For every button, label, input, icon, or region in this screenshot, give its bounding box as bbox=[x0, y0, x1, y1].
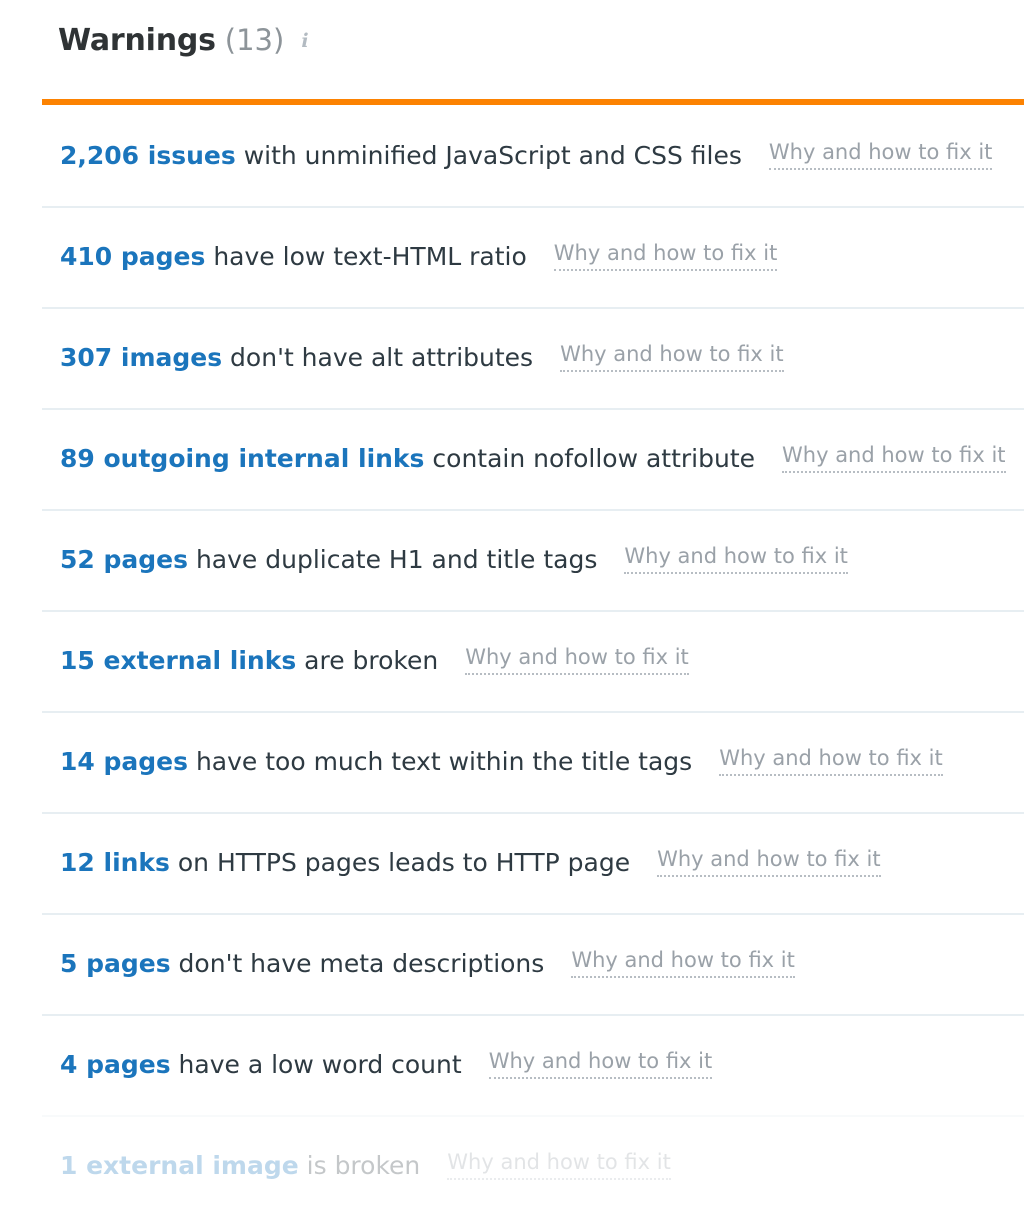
issue-row: 12 links on HTTPS pages leads to HTTP pa… bbox=[0, 812, 1024, 913]
issue-row: 410 pages have low text-HTML ratio Why an… bbox=[0, 206, 1024, 307]
issue-description: are broken bbox=[296, 645, 439, 675]
issue-text: 307 images don't have alt attributes bbox=[60, 344, 533, 372]
issue-count-link[interactable]: 4 pages bbox=[60, 1050, 171, 1079]
issue-count-link[interactable]: 307 images bbox=[60, 343, 222, 372]
issue-count-link[interactable]: 2,206 issues bbox=[60, 141, 236, 170]
issue-text: 12 links on HTTPS pages leads to HTTP pa… bbox=[60, 849, 630, 877]
issue-description: have duplicate H1 and title tags bbox=[188, 544, 598, 574]
issue-row: 2,206 issues with unminified JavaScript … bbox=[0, 105, 1024, 206]
issue-row: 15 external links are broken Why and how … bbox=[0, 610, 1024, 711]
issue-count-link[interactable]: 89 outgoing internal links bbox=[60, 444, 424, 473]
issue-text: 4 pages have a low word count bbox=[60, 1051, 462, 1079]
issue-count-link[interactable]: 410 pages bbox=[60, 242, 205, 271]
info-icon[interactable]: i bbox=[301, 32, 308, 51]
issue-description: have too much text within the title tags bbox=[188, 746, 693, 776]
why-and-how-to-fix-it-link[interactable]: Why and how to fix it bbox=[624, 545, 848, 574]
issue-description: have a low word count bbox=[170, 1049, 462, 1079]
issue-row: 4 pages have a low word count Why and how… bbox=[0, 1014, 1024, 1115]
why-and-how-to-fix-it-link[interactable]: Why and how to fix it bbox=[782, 444, 1006, 473]
why-and-how-to-fix-it-link[interactable]: Why and how to fix it bbox=[768, 141, 993, 170]
issue-list: 2,206 issues with unminified JavaScript … bbox=[0, 105, 1024, 1216]
issue-description: don't have alt attributes bbox=[222, 342, 534, 372]
why-and-how-to-fix-it-link[interactable]: Why and how to fix it bbox=[553, 242, 778, 271]
issue-text: 14 pages have too much text within the t… bbox=[60, 748, 692, 776]
issue-text: 5 pages don't have meta descriptions bbox=[60, 950, 544, 978]
issue-row: 89 outgoing internal links contain nofol… bbox=[0, 408, 1024, 509]
warnings-panel: Warnings (13) i 2,206 issues with unmini… bbox=[0, 0, 1024, 1228]
why-and-how-to-fix-it-link[interactable]: Why and how to fix it bbox=[447, 1151, 671, 1180]
issue-text: 52 pages have duplicate H1 and title tag… bbox=[60, 546, 597, 574]
issue-count-link[interactable]: 14 pages bbox=[60, 747, 188, 776]
issue-description: have low text-HTML ratio bbox=[205, 241, 527, 271]
issue-row: 14 pages have too much text within the t… bbox=[0, 711, 1024, 812]
issue-description: with unminified JavaScript and CSS files bbox=[235, 140, 742, 170]
issue-text: 2,206 issues with unminified JavaScript … bbox=[60, 142, 742, 170]
why-and-how-to-fix-it-link[interactable]: Why and how to fix it bbox=[465, 646, 689, 675]
issue-row: 52 pages have duplicate H1 and title tag… bbox=[0, 509, 1024, 610]
issue-description: don't have meta descriptions bbox=[170, 948, 545, 978]
issue-count-link[interactable]: 1 external image bbox=[60, 1151, 299, 1180]
issue-description: on HTTPS pages leads to HTTP page bbox=[169, 847, 631, 877]
issue-text: 15 external links are broken bbox=[60, 647, 438, 675]
why-and-how-to-fix-it-link[interactable]: Why and how to fix it bbox=[571, 949, 795, 978]
why-and-how-to-fix-it-link[interactable]: Why and how to fix it bbox=[560, 343, 784, 372]
why-and-how-to-fix-it-link[interactable]: Why and how to fix it bbox=[657, 848, 881, 877]
warnings-count: (13) bbox=[224, 23, 285, 57]
issue-text: 410 pages have low text-HTML ratio bbox=[60, 243, 527, 271]
issue-description: is broken bbox=[298, 1150, 421, 1180]
page-title: Warnings bbox=[58, 23, 216, 58]
why-and-how-to-fix-it-link[interactable]: Why and how to fix it bbox=[488, 1050, 713, 1079]
issue-description: contain nofollow attribute bbox=[424, 443, 756, 473]
issue-count-link[interactable]: 12 links bbox=[60, 848, 170, 877]
issue-text: 1 external image is broken bbox=[60, 1152, 420, 1180]
panel-header: Warnings (13) i bbox=[0, 0, 1024, 72]
issue-row: 5 pages don't have meta descriptions Why … bbox=[0, 913, 1024, 1014]
issue-row: 307 images don't have alt attributes Why … bbox=[0, 307, 1024, 408]
issue-text: 89 outgoing internal links contain nofol… bbox=[60, 445, 755, 473]
issue-count-link[interactable]: 5 pages bbox=[60, 949, 171, 978]
issue-count-link[interactable]: 15 external links bbox=[60, 646, 296, 675]
why-and-how-to-fix-it-link[interactable]: Why and how to fix it bbox=[719, 747, 943, 776]
issue-count-link[interactable]: 52 pages bbox=[60, 545, 188, 574]
issue-row: 1 external image is broken Why and how to… bbox=[0, 1115, 1024, 1216]
